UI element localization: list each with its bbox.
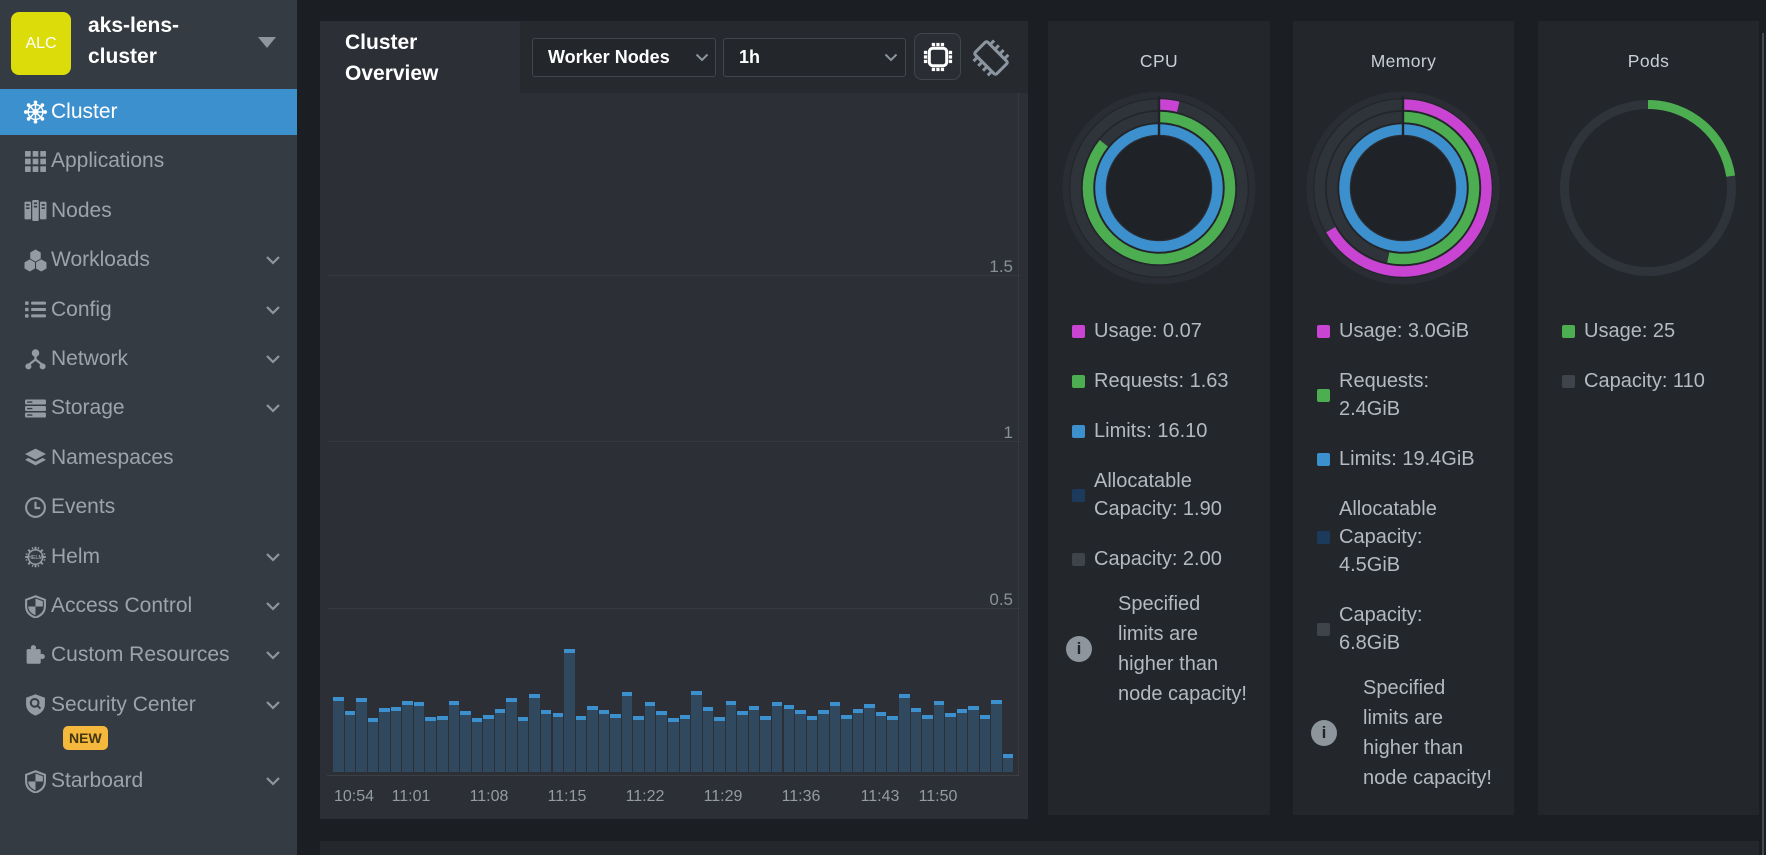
svg-text:HELM: HELM xyxy=(28,554,43,560)
